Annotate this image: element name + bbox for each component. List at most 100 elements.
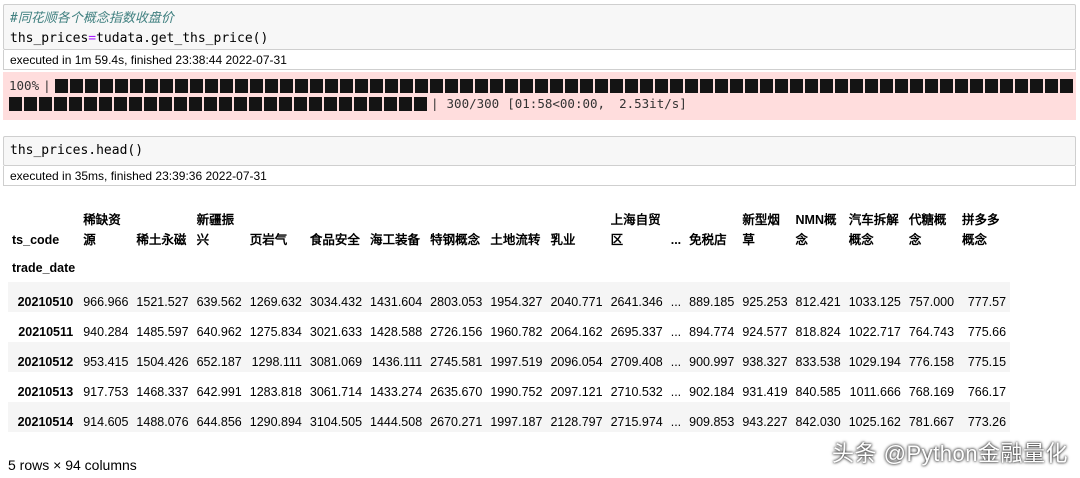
- progress-block: [684, 79, 698, 93]
- progress-block: [144, 79, 158, 93]
- column-header: 新疆振兴: [196, 213, 235, 247]
- table-cell: 1025.162: [848, 415, 901, 429]
- column-header: 稀缺资源: [83, 213, 121, 247]
- table-cell: ...: [670, 325, 682, 339]
- progress-block: [339, 97, 352, 111]
- row-index: 20210514: [17, 415, 74, 429]
- table-cell: 1960.782: [490, 325, 543, 339]
- progress-block: [384, 97, 397, 111]
- progress-block: [294, 97, 307, 111]
- table-cell: 931.419: [742, 385, 788, 399]
- progress-timing: [01:58<00:00,: [507, 96, 606, 111]
- progress-block: [879, 79, 893, 93]
- table-row: 20210510 966.966 1521.527 639.562 1269.632 30…: [8, 282, 1011, 312]
- table-cell: 2040.771: [550, 295, 603, 309]
- table-cell: 781.667: [908, 415, 955, 429]
- columns-index-name: ts_code: [12, 233, 60, 247]
- progress-block: [9, 97, 22, 111]
- index-name-spacer: [486, 254, 546, 282]
- table-cell: 776.158: [908, 355, 955, 369]
- progress-block: [1059, 79, 1073, 93]
- table-cell: 652.187: [196, 355, 242, 369]
- progress-block: [639, 79, 653, 93]
- progress-block: [54, 97, 67, 111]
- code-lhs: ths_prices: [10, 31, 89, 46]
- code-operator: =: [88, 31, 97, 46]
- progress-block: [144, 97, 157, 111]
- table-cell: ...: [670, 355, 682, 369]
- column-header: 食品安全: [309, 233, 360, 247]
- progress-block: [564, 79, 578, 93]
- progress-block: [69, 79, 83, 93]
- table-cell: 1997.187: [490, 415, 543, 429]
- index-name-spacer: [958, 254, 1010, 282]
- progress-block: [984, 79, 998, 93]
- progress-block: [309, 97, 322, 111]
- progress-block: [954, 79, 968, 93]
- code-line: ths_prices=tudata.get_ths_price(): [10, 29, 1069, 49]
- progress-block: [1044, 79, 1058, 93]
- index-name-spacer: [845, 254, 905, 282]
- index-name-spacer: [792, 254, 845, 282]
- table-cell: 833.538: [795, 355, 841, 369]
- table-cell: 900.997: [689, 355, 735, 369]
- code-cell-head[interactable]: ths_prices.head(): [3, 136, 1076, 166]
- table-cell: 777.57: [967, 295, 1007, 309]
- progress-block: [714, 79, 728, 93]
- progress-block: [174, 79, 188, 93]
- code-cell-get-prices[interactable]: #同花顺各个概念指数收盘价 ths_prices=tudata.get_ths_…: [3, 4, 1076, 50]
- progress-block: [609, 79, 623, 93]
- progress-pipe-left: |: [43, 78, 51, 93]
- table-cell: 2096.054: [550, 355, 603, 369]
- progress-block: [234, 97, 247, 111]
- dataframe-table: ts_code 稀缺资源 稀土永磁 新疆振兴 页岩气 食品安全 海工装备 特钢概念 土地流转乳…: [8, 206, 1011, 432]
- progress-block: [369, 97, 382, 111]
- table-cell: 1433.274: [370, 385, 423, 399]
- table-cell: 894.774: [689, 325, 735, 339]
- progress-block: [54, 79, 68, 93]
- progress-block: [339, 79, 353, 93]
- watermark-text: 头条 @Python金融量化: [832, 441, 1068, 466]
- table-cell: 1436.111: [371, 355, 423, 369]
- progress-block: [804, 79, 818, 93]
- progress-block: [909, 79, 923, 93]
- table-cell: 966.966: [83, 295, 129, 309]
- index-name-spacer: [246, 254, 306, 282]
- table-cell: 2670.271: [430, 415, 483, 429]
- table-cell: 757.000: [908, 295, 955, 309]
- table-cell: 1283.818: [249, 385, 302, 399]
- progress-block: [114, 79, 128, 93]
- table-cell: 1033.125: [848, 295, 901, 309]
- progress-block: [654, 79, 668, 93]
- progress-block: [789, 79, 803, 93]
- progress-block: [24, 97, 37, 111]
- table-cell: 1444.508: [370, 415, 423, 429]
- table-cell: 2641.346: [610, 295, 663, 309]
- column-header: ...: [670, 233, 682, 247]
- table-cell: 2064.162: [550, 325, 603, 339]
- progress-block: [129, 97, 142, 111]
- progress-block: [819, 79, 833, 93]
- index-name-spacer: [905, 254, 958, 282]
- progress-block: [279, 79, 293, 93]
- column-header: NMN概念: [795, 213, 837, 247]
- table-cell: 2715.974: [610, 415, 663, 429]
- column-header: 特钢概念: [430, 233, 481, 247]
- progress-block: [849, 79, 863, 93]
- table-cell: 818.824: [795, 325, 841, 339]
- table-cell: 943.227: [742, 415, 788, 429]
- table-cell: 1431.604: [370, 295, 423, 309]
- table-cell: 3104.505: [309, 415, 363, 429]
- progress-block: [444, 79, 458, 93]
- progress-percent: 100%: [9, 78, 40, 93]
- execution-info-2: executed in 35ms, finished 23:39:36 2022…: [3, 166, 1076, 186]
- table-cell: 768.169: [908, 385, 955, 399]
- table-cell: 1990.752: [490, 385, 543, 399]
- dataframe-shape: 5 rows × 94 columns: [8, 457, 137, 473]
- progress-block: [429, 79, 443, 93]
- progress-block: [399, 79, 413, 93]
- progress-block: [279, 97, 292, 111]
- progress-block: [99, 97, 112, 111]
- index-name-spacer: [306, 254, 366, 282]
- table-cell: 1290.894: [249, 415, 302, 429]
